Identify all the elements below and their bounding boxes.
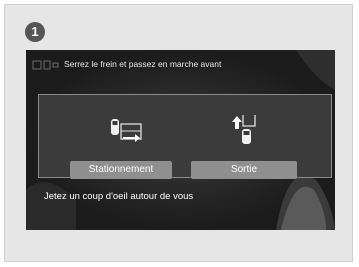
look-around-warning-text: Jetez un coup d'oeil autour de vous [44,191,194,202]
step-number-badge: 1 [25,22,45,42]
stationnement-button[interactable]: Stationnement [70,161,172,179]
camera-view-icon [32,60,59,70]
sortie-button[interactable]: Sortie [191,161,297,179]
parking-in-icon [111,119,142,142]
brake-instruction-text: Serrez le frein et passez en marche avan… [64,59,222,69]
parking-mode-panel: Stationnement Sortie [38,94,332,179]
camera-display: Serrez le frein et passez en marche avan… [26,50,335,230]
exit-parking-icon [232,115,256,144]
